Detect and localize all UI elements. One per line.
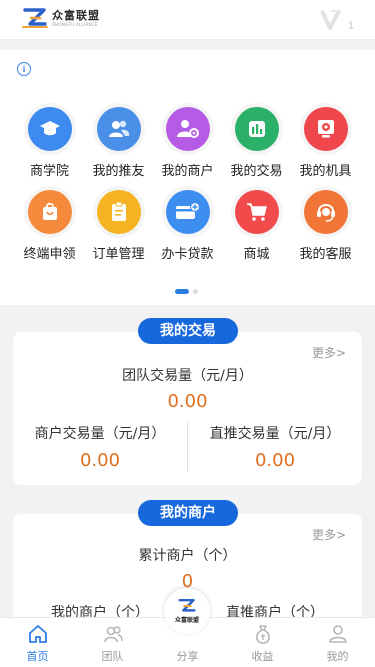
menu-label: 订单管理	[92, 247, 145, 262]
clipboard-icon	[96, 190, 141, 234]
share-center-button[interactable]: 众富联盟	[164, 588, 210, 634]
bar-chart-icon	[234, 107, 279, 151]
brand-logo: 众富联盟 ZHONGFU ALLIANCE	[22, 7, 100, 29]
menu-grid: 商学院 我的推友 我的商户 我的交易 我的机具 终端申领 订单管理 办卡贷款 商…	[0, 107, 375, 262]
direct-volume-value: 0.00	[254, 450, 296, 471]
menu-item-my-transactions[interactable]: 我的交易	[222, 107, 291, 179]
page-indicator	[175, 289, 198, 294]
merchant-volume-value: 0.00	[79, 450, 121, 471]
merchants-more-link[interactable]: 更多>	[312, 526, 346, 543]
menu-label: 我的商户	[161, 164, 214, 179]
menu-label: 我的交易	[230, 164, 283, 179]
menu-label: 我的机具	[299, 164, 352, 179]
menu-label: 我的客服	[299, 247, 352, 262]
menu-label: 我的推友	[92, 164, 145, 179]
vip-v-icon: 1	[320, 10, 354, 32]
headset-icon	[303, 190, 348, 234]
merchants-section-title: 我的商户	[138, 500, 238, 526]
transactions-more-link[interactable]: 更多>	[312, 344, 346, 361]
menu-item-terminal-apply[interactable]: 终端申领	[15, 190, 84, 262]
menu-item-my-devices[interactable]: 我的机具	[291, 107, 360, 179]
tab-label: 收益	[251, 650, 274, 663]
team-icon	[103, 626, 123, 643]
center-badge-text: 众富联盟	[174, 617, 199, 624]
friends-icon	[96, 107, 141, 151]
tab-label: 团队	[101, 650, 124, 663]
tab-home[interactable]: 首页	[0, 618, 75, 667]
tab-team[interactable]: 团队	[75, 618, 150, 667]
menu-label: 商学院	[29, 164, 69, 179]
menu-item-business-school[interactable]: 商学院	[15, 107, 84, 179]
device-icon	[303, 107, 348, 151]
top-header: 众富联盟 ZHONGFU ALLIANCE 1	[0, 0, 375, 40]
menu-label: 终端申领	[23, 247, 76, 262]
team-volume-value: 0.00	[167, 391, 208, 412]
direct-volume-label: 直推交易量（元/月）	[209, 426, 341, 442]
menu-label: 商城	[243, 247, 270, 262]
graduation-cap-icon	[27, 107, 72, 151]
team-volume-label: 团队交易量（元/月）	[122, 368, 253, 384]
vip-badge[interactable]: 1	[319, 7, 357, 33]
tab-label: 首页	[26, 650, 49, 663]
cart-icon	[234, 190, 279, 234]
page-dot-active[interactable]	[175, 289, 189, 294]
menu-item-mall[interactable]: 商城	[222, 190, 291, 262]
menu-label: 办卡贷款	[161, 247, 214, 262]
logo-z-icon	[178, 598, 196, 612]
transactions-section-title: 我的交易	[138, 318, 238, 344]
menu-panel: i 商学院 我的推友 我的商户 我的交易 我的机具 终端申领 订单管理 办卡贷款…	[0, 50, 375, 305]
brand-name: 众富联盟	[52, 8, 100, 22]
merchant-volume-label: 商户交易量（元/月）	[34, 426, 166, 442]
user-icon	[328, 625, 347, 643]
tab-earnings[interactable]: 收益	[225, 618, 300, 667]
merchant-settings-icon	[165, 107, 210, 151]
money-bag-icon	[255, 625, 270, 644]
menu-item-order-management[interactable]: 订单管理	[84, 190, 153, 262]
page-dot[interactable]	[193, 289, 198, 294]
vip-level: 1	[348, 20, 354, 32]
menu-item-my-referrals[interactable]: 我的推友	[84, 107, 153, 179]
tab-mine[interactable]: 我的	[300, 618, 375, 667]
menu-item-card-loan[interactable]: 办卡贷款	[153, 190, 222, 262]
logo-z-icon	[22, 8, 48, 28]
total-merchants-label: 累计商户（个）	[138, 548, 237, 564]
brand-subtitle: ZHONGFU ALLIANCE	[52, 21, 98, 27]
info-icon[interactable]: i	[17, 62, 31, 76]
card-plus-icon	[165, 190, 210, 234]
bag-icon	[27, 190, 72, 234]
tab-label: 分享	[176, 650, 199, 663]
menu-item-my-merchants[interactable]: 我的商户	[153, 107, 222, 179]
home-icon	[28, 625, 47, 643]
tab-label: 我的	[326, 650, 349, 663]
menu-item-customer-service[interactable]: 我的客服	[291, 190, 360, 262]
transactions-card: 更多> 团队交易量（元/月） 0.00 商户交易量（元/月） 0.00 直推交易…	[13, 332, 362, 485]
